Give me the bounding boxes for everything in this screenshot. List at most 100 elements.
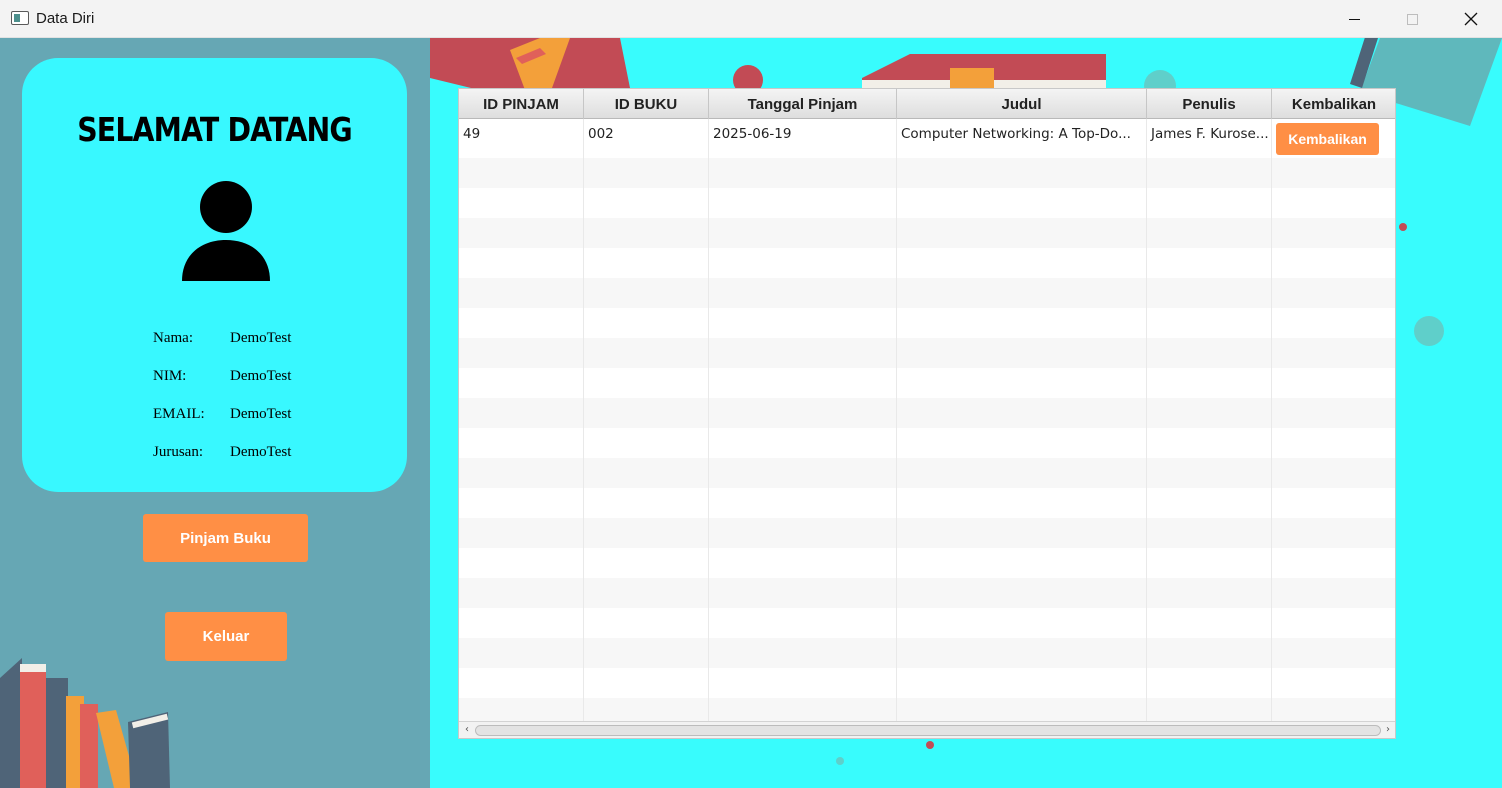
cell-judul: Computer Networking: A Top-Do...: [897, 119, 1147, 158]
window-title: Data Diri: [36, 10, 95, 27]
empty-cell: [709, 458, 897, 488]
empty-cell: [897, 488, 1147, 518]
empty-cell: [459, 308, 584, 338]
column-header-kembalikan[interactable]: Kembalikan: [1272, 89, 1395, 119]
column-header-penulis[interactable]: Penulis: [1147, 89, 1272, 119]
empty-table-row: [459, 368, 1395, 398]
empty-cell: [584, 638, 709, 668]
empty-cell: [1147, 248, 1272, 278]
main-area: ID PINJAM ID BUKU Tanggal Pinjam Judul P…: [430, 38, 1502, 788]
empty-cell: [584, 488, 709, 518]
empty-cell: [584, 338, 709, 368]
empty-cell: [1147, 578, 1272, 608]
empty-cell: [897, 398, 1147, 428]
empty-cell: [897, 518, 1147, 548]
kembalikan-button[interactable]: Kembalikan: [1276, 123, 1379, 155]
table-header: ID PINJAM ID BUKU Tanggal Pinjam Judul P…: [459, 89, 1395, 119]
empty-table-row: [459, 218, 1395, 248]
minimize-icon: [1348, 18, 1360, 20]
empty-table-row: [459, 518, 1395, 548]
empty-cell: [584, 668, 709, 698]
table-row[interactable]: 49 002 2025-06-19 Computer Networking: A…: [459, 119, 1395, 158]
empty-cell: [584, 518, 709, 548]
horizontal-scrollbar[interactable]: ‹ ›: [459, 721, 1395, 738]
empty-cell: [897, 428, 1147, 458]
empty-cell: [1272, 218, 1395, 248]
empty-cell: [584, 398, 709, 428]
empty-cell: [709, 548, 897, 578]
empty-table-row: [459, 248, 1395, 278]
empty-table-row: [459, 638, 1395, 668]
scrollbar-thumb[interactable]: [475, 725, 1381, 736]
pinjam-buku-button[interactable]: Pinjam Buku: [143, 514, 308, 562]
empty-cell: [1272, 188, 1395, 218]
empty-cell: [459, 428, 584, 458]
empty-cell: [897, 308, 1147, 338]
empty-cell: [584, 188, 709, 218]
column-header-judul[interactable]: Judul: [897, 89, 1147, 119]
jurusan-value: DemoTest: [230, 444, 292, 460]
column-header-id-pinjam[interactable]: ID PINJAM: [459, 89, 584, 119]
empty-table-row: [459, 458, 1395, 488]
cell-tanggal: 2025-06-19: [709, 119, 897, 158]
empty-cell: [1272, 248, 1395, 278]
empty-cell: [1147, 518, 1272, 548]
keluar-button[interactable]: Keluar: [165, 612, 287, 661]
empty-cell: [1147, 608, 1272, 638]
empty-table-row: [459, 578, 1395, 608]
empty-cell: [709, 158, 897, 188]
minimize-button[interactable]: [1325, 0, 1383, 38]
empty-cell: [584, 368, 709, 398]
empty-cell: [1272, 458, 1395, 488]
empty-cell: [459, 488, 584, 518]
empty-cell: [709, 398, 897, 428]
empty-cell: [1272, 428, 1395, 458]
close-icon: [1464, 12, 1478, 26]
nim-label: NIM:: [153, 368, 187, 384]
maximize-icon: [1406, 13, 1418, 25]
empty-cell: [584, 428, 709, 458]
scroll-right-icon[interactable]: ›: [1382, 724, 1394, 736]
nim-value: DemoTest: [230, 368, 292, 384]
empty-cell: [459, 218, 584, 248]
empty-table-row: [459, 158, 1395, 188]
close-button[interactable]: [1442, 0, 1500, 38]
email-label: EMAIL:: [153, 406, 205, 422]
empty-cell: [1147, 638, 1272, 668]
empty-cell: [897, 278, 1147, 308]
column-header-id-buku[interactable]: ID BUKU: [584, 89, 709, 119]
empty-cell: [897, 548, 1147, 578]
empty-cell: [459, 398, 584, 428]
empty-table-row: [459, 338, 1395, 368]
empty-cell: [1147, 308, 1272, 338]
maximize-button[interactable]: [1383, 0, 1441, 38]
empty-cell: [897, 368, 1147, 398]
empty-cell: [1272, 278, 1395, 308]
cell-id-pinjam: 49: [459, 119, 584, 158]
empty-cell: [709, 488, 897, 518]
empty-cell: [584, 308, 709, 338]
empty-cell: [709, 188, 897, 218]
nama-value: DemoTest: [230, 330, 292, 346]
empty-table-row: [459, 428, 1395, 458]
column-header-tanggal-pinjam[interactable]: Tanggal Pinjam: [709, 89, 897, 119]
empty-cell: [459, 188, 584, 218]
empty-cell: [459, 368, 584, 398]
empty-cell: [897, 608, 1147, 638]
empty-cell: [584, 458, 709, 488]
empty-cell: [584, 548, 709, 578]
scroll-left-icon[interactable]: ‹: [461, 724, 473, 736]
jurusan-label: Jurusan:: [153, 444, 203, 460]
empty-cell: [1272, 398, 1395, 428]
empty-table-row: [459, 548, 1395, 578]
empty-cell: [1147, 668, 1272, 698]
empty-cell: [897, 638, 1147, 668]
empty-cell: [1147, 338, 1272, 368]
empty-cell: [1272, 668, 1395, 698]
empty-table-row: [459, 308, 1395, 338]
empty-table-row: [459, 488, 1395, 518]
empty-cell: [1147, 548, 1272, 578]
empty-cell: [1272, 548, 1395, 578]
empty-cell: [897, 158, 1147, 188]
empty-cell: [1272, 338, 1395, 368]
